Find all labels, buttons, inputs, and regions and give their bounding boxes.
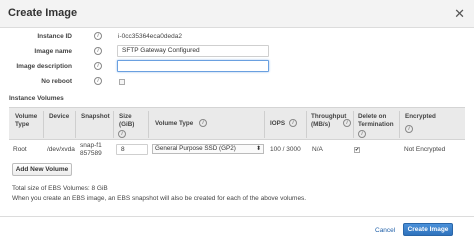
total-size-text: Total size of EBS Volumes: 8 GiB [12, 185, 108, 192]
col-device: Device [49, 113, 70, 120]
col-snapshot: Snapshot [81, 113, 110, 120]
volume-type-select[interactable]: General Purpose SSD (GP2) ⬍ [152, 144, 264, 154]
no-reboot-label: No reboot [41, 78, 72, 85]
volume-type-select-value: General Purpose SSD (GP2) [155, 145, 236, 152]
chevron-down-icon: ⬍ [255, 146, 261, 152]
info-icon[interactable]: i [94, 32, 102, 40]
delete-on-termination-checkbox[interactable]: ✔ [354, 147, 360, 153]
dialog-title: Create Image [8, 7, 78, 19]
col-delete-on-termination: Delete on Termination [358, 113, 394, 128]
row-throughput: N/A [312, 146, 323, 153]
image-description-label: Image description [16, 63, 72, 70]
row-snapshot: snap-f1857589 [80, 142, 102, 157]
no-reboot-checkbox[interactable] [119, 79, 125, 85]
add-new-volume-button[interactable]: Add New Volume [12, 163, 72, 176]
cancel-button[interactable]: Cancel [375, 227, 395, 235]
info-icon[interactable]: i [289, 119, 297, 127]
instance-volumes-title: Instance Volumes [9, 95, 64, 102]
create-image-button[interactable]: Create Image [403, 223, 453, 236]
info-icon[interactable]: i [94, 47, 102, 55]
info-icon[interactable]: i [343, 119, 351, 127]
image-description-input[interactable] [117, 60, 269, 72]
col-volume-type-2: Volume Type [155, 120, 194, 127]
col-volume-type: Volume Type [15, 113, 38, 128]
info-icon[interactable]: i [94, 62, 102, 70]
image-name-input[interactable]: SFTP Gateway Configured [117, 45, 269, 57]
info-icon[interactable]: i [118, 130, 126, 138]
info-icon[interactable]: i [405, 125, 413, 133]
row-volume-type: Root [13, 146, 27, 153]
size-input[interactable]: 8 [116, 144, 148, 155]
image-name-label: Image name [34, 48, 72, 55]
instance-id-label: Instance ID [37, 33, 72, 40]
snapshot-note-text: When you create an EBS image, an EBS sna… [12, 195, 307, 202]
row-encrypted: Not Encrypted [404, 146, 446, 153]
col-throughput: Throughput (MB/s) [311, 113, 347, 128]
col-encrypted: Encrypted [405, 113, 436, 120]
close-icon[interactable]: ✕ [454, 6, 465, 22]
row-device: /dev/xvda [47, 146, 75, 153]
footer-divider [0, 216, 474, 217]
col-iops: IOPS [270, 120, 286, 127]
instance-id-value: i-0cc35364eca0deda2 [118, 33, 182, 40]
info-icon[interactable]: i [94, 77, 102, 85]
info-icon[interactable]: i [199, 119, 207, 127]
info-icon[interactable]: i [358, 130, 366, 138]
volumes-table-header: Volume Type Device Snapshot Size (GiB) i… [9, 107, 465, 140]
dialog-header: Create Image ✕ [0, 0, 474, 28]
row-iops: 100 / 3000 [270, 146, 301, 153]
col-size: Size (GiB) [119, 113, 135, 128]
create-image-dialog: Create Image ✕ Instance ID i i-0cc35364e… [0, 0, 474, 246]
